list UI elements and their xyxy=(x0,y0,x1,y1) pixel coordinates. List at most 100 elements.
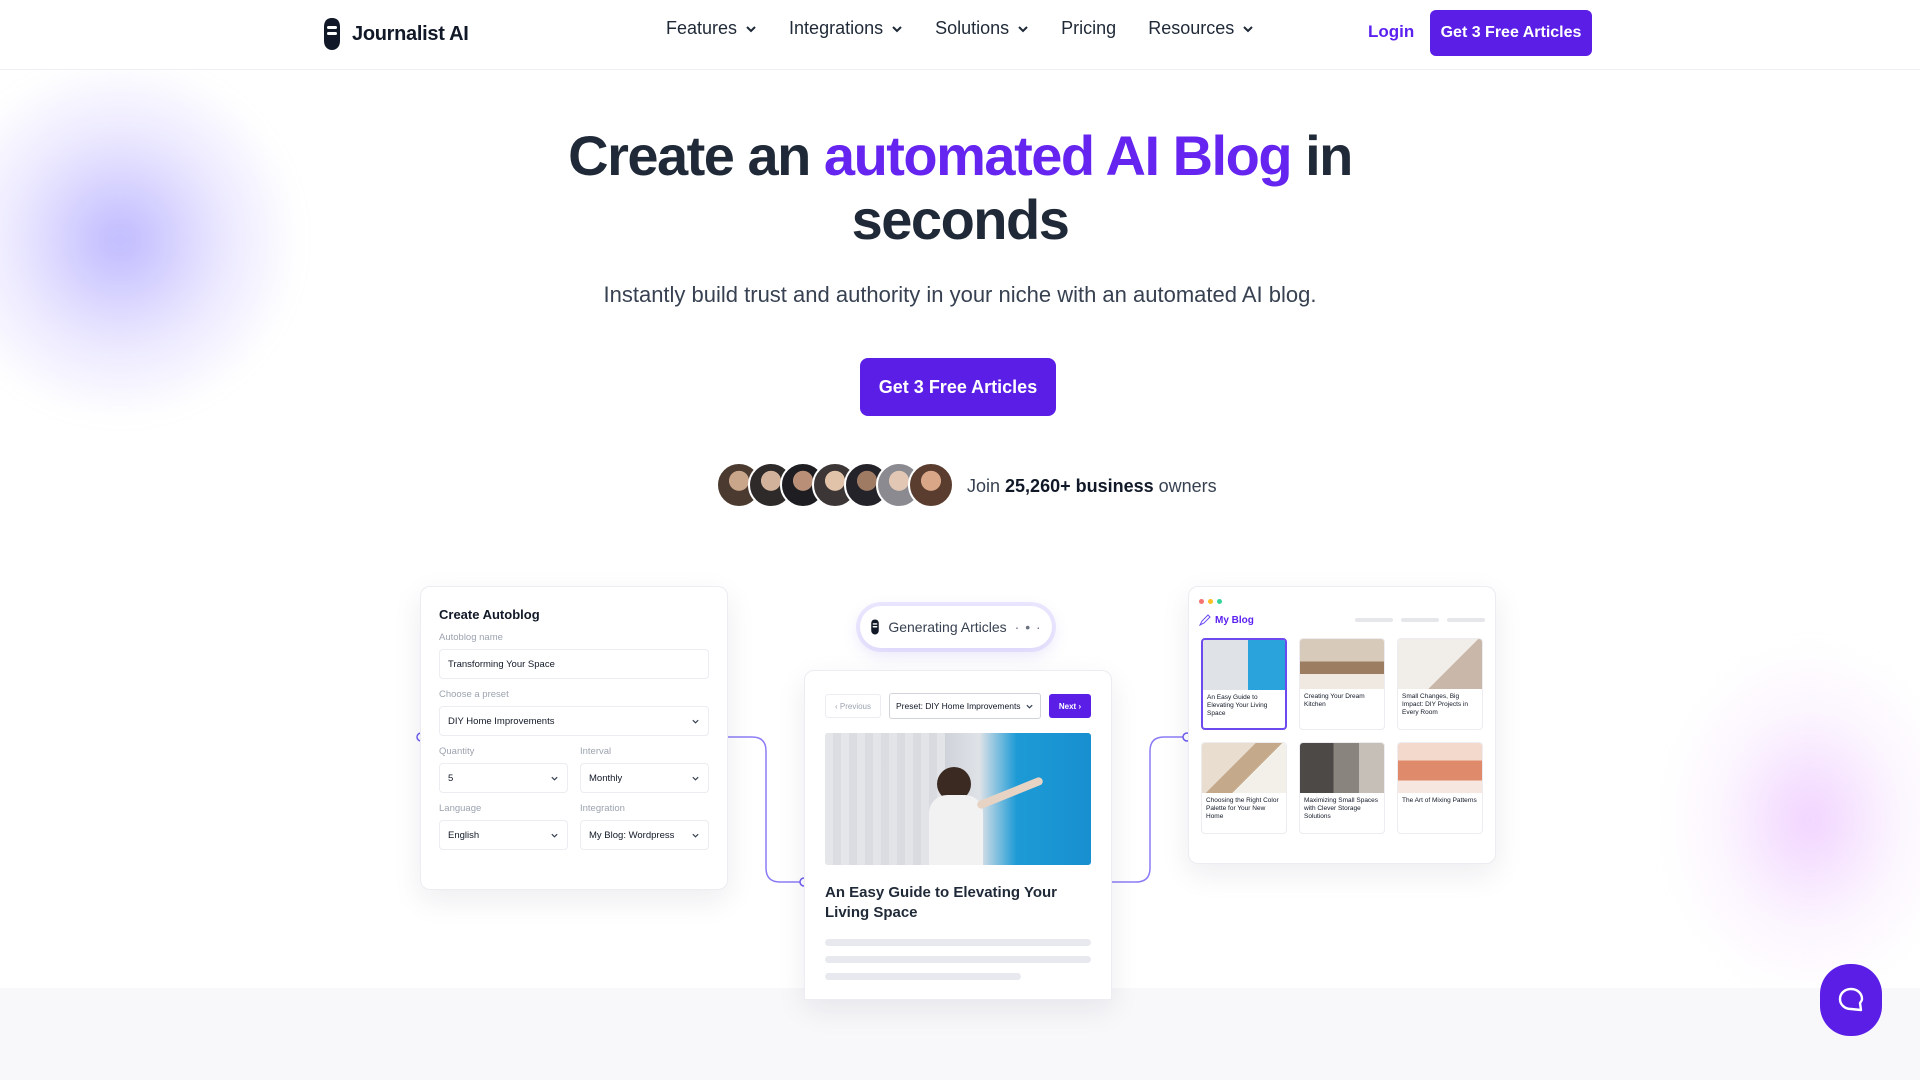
nav-label: Solutions xyxy=(935,18,1010,38)
brand-name: Journalist AI xyxy=(352,22,469,45)
chevron-down-icon xyxy=(1018,25,1028,32)
nav-label: Resources xyxy=(1148,18,1235,38)
chevron-down-icon xyxy=(551,833,558,838)
loading-dots-icon: · • · xyxy=(1014,619,1042,635)
header-cta-button[interactable]: Get 3 Free Articles xyxy=(1430,10,1592,56)
blog-post-tile[interactable]: Small Changes, Big Impact: DIY Projects … xyxy=(1397,638,1483,730)
interval-select[interactable]: Monthly xyxy=(580,763,709,793)
text-placeholder xyxy=(825,956,1091,963)
post-thumbnail xyxy=(1300,639,1384,689)
button-label: Next xyxy=(1058,701,1077,711)
select-value: Preset: DIY Home Improvements xyxy=(896,701,1021,711)
chevron-down-icon xyxy=(746,25,756,32)
hero-title: Create an automated AI Blog in seconds xyxy=(560,124,1360,252)
field-label: Quantity xyxy=(439,746,475,757)
nav-item-features[interactable]: Features xyxy=(666,18,757,39)
logo-icon xyxy=(324,18,340,50)
logo[interactable]: Journalist AI xyxy=(322,14,469,54)
integration-select[interactable]: My Blog: Wordpress xyxy=(580,820,709,850)
blog-post-tile[interactable]: Creating Your Dream Kitchen xyxy=(1299,638,1385,730)
site-header: Journalist AI Features Integrations Solu… xyxy=(0,0,1920,70)
chevron-down-icon xyxy=(892,25,902,32)
button-label: Previous xyxy=(839,701,871,711)
section-divider-band xyxy=(0,988,1920,1080)
select-value: 5 xyxy=(448,772,454,784)
nav-item-integrations[interactable]: Integrations xyxy=(789,18,903,39)
select-value: My Blog: Wordpress xyxy=(589,829,675,841)
blog-title-text: My Blog xyxy=(1215,614,1254,626)
blog-post-tile[interactable]: Maximizing Small Spaces with Clever Stor… xyxy=(1299,742,1385,834)
field-label: Language xyxy=(439,803,482,814)
join-prefix: Join xyxy=(967,476,1006,496)
chat-bubble-icon xyxy=(1838,987,1864,1012)
window-dot xyxy=(1199,599,1204,604)
window-controls xyxy=(1199,599,1485,604)
language-select[interactable]: English xyxy=(439,820,568,850)
hero-subtitle: Instantly build trust and authority in y… xyxy=(603,282,1317,307)
chevron-down-icon xyxy=(1243,25,1253,32)
blog-post-tile[interactable]: An Easy Guide to Elevating Your Living S… xyxy=(1201,638,1287,730)
chat-support-button[interactable] xyxy=(1820,964,1882,1036)
nav-item-pricing[interactable]: Pricing xyxy=(1061,18,1116,39)
blog-icon xyxy=(1199,614,1211,626)
avatar xyxy=(908,462,954,508)
create-autoblog-card: Create Autoblog Autoblog name Transformi… xyxy=(420,586,728,890)
hero-cta-button[interactable]: Get 3 Free Articles xyxy=(860,358,1056,416)
login-link[interactable]: Login xyxy=(1368,22,1414,42)
blog-nav-placeholders xyxy=(1355,618,1485,622)
window-dot xyxy=(1217,599,1222,604)
my-blog-card: My Blog An Easy Guide to Elevating Your … xyxy=(1188,586,1496,864)
select-value: DIY Home Improvements xyxy=(448,715,555,727)
nav-label: Pricing xyxy=(1061,18,1117,38)
blog-post-grid: An Easy Guide to Elevating Your Living S… xyxy=(1199,638,1485,834)
previous-button[interactable]: ‹ Previous xyxy=(825,694,881,718)
chevron-down-icon xyxy=(692,776,699,781)
post-thumbnail xyxy=(1300,743,1384,793)
input-value: Transforming Your Space xyxy=(448,658,555,670)
field-label: Autoblog name xyxy=(439,632,503,643)
generating-articles-pill: Generating Articles · • · xyxy=(860,606,1052,648)
chevron-down-icon xyxy=(692,833,699,838)
nav-label: Integrations xyxy=(789,18,884,38)
autoblog-name-input[interactable]: Transforming Your Space xyxy=(439,649,709,679)
generating-label: Generating Articles xyxy=(888,619,1007,635)
blog-post-tile[interactable]: Choosing the Right Color Palette for You… xyxy=(1201,742,1287,834)
select-value: Monthly xyxy=(589,772,623,784)
post-caption: Creating Your Dream Kitchen xyxy=(1304,693,1365,708)
article-title: An Easy Guide to Elevating Your Living S… xyxy=(825,884,1057,921)
blog-post-tile[interactable]: The Art of Mixing Patterns xyxy=(1397,742,1483,834)
nav-item-resources[interactable]: Resources xyxy=(1148,18,1254,39)
post-caption: Maximizing Small Spaces with Clever Stor… xyxy=(1304,797,1379,820)
preset-select[interactable]: DIY Home Improvements xyxy=(439,706,709,736)
background-gradient-right xyxy=(1660,640,1920,1000)
article-preview-card: ‹ Previous Preset: DIY Home Improvements… xyxy=(804,670,1112,1000)
blog-title[interactable]: My Blog xyxy=(1199,614,1254,626)
blog-header: My Blog xyxy=(1199,614,1485,626)
field-label: Choose a preset xyxy=(439,689,509,700)
post-caption: Small Changes, Big Impact: DIY Projects … xyxy=(1402,693,1468,716)
main-nav: Features Integrations Solutions Pricing … xyxy=(666,18,1254,39)
post-caption: The Art of Mixing Patterns xyxy=(1402,797,1477,804)
field-label: Interval xyxy=(580,746,612,757)
post-thumbnail xyxy=(1398,639,1482,689)
chevron-down-icon xyxy=(551,776,558,781)
preset-dropdown[interactable]: Preset: DIY Home Improvements xyxy=(889,693,1041,719)
chevron-down-icon xyxy=(692,719,699,724)
chevron-down-icon xyxy=(1026,704,1033,709)
customer-avatars xyxy=(716,462,954,508)
text-placeholder xyxy=(825,973,1021,980)
nav-item-solutions[interactable]: Solutions xyxy=(935,18,1029,39)
quantity-select[interactable]: 5 xyxy=(439,763,568,793)
logo-icon xyxy=(871,619,880,635)
post-caption: An Easy Guide to Elevating Your Living S… xyxy=(1207,694,1268,717)
join-count: 25,260+ business xyxy=(1005,476,1154,496)
text-placeholder xyxy=(825,939,1091,946)
hero-title-accent: automated AI Blog xyxy=(823,124,1293,187)
window-dot xyxy=(1208,599,1213,604)
social-proof-text: Join 25,260+ business owners xyxy=(967,476,1217,497)
next-button[interactable]: Next › xyxy=(1049,694,1091,718)
join-suffix: owners xyxy=(1153,476,1217,496)
background-gradient-left xyxy=(0,60,300,420)
post-thumbnail xyxy=(1398,743,1482,793)
post-thumbnail xyxy=(1203,640,1285,690)
